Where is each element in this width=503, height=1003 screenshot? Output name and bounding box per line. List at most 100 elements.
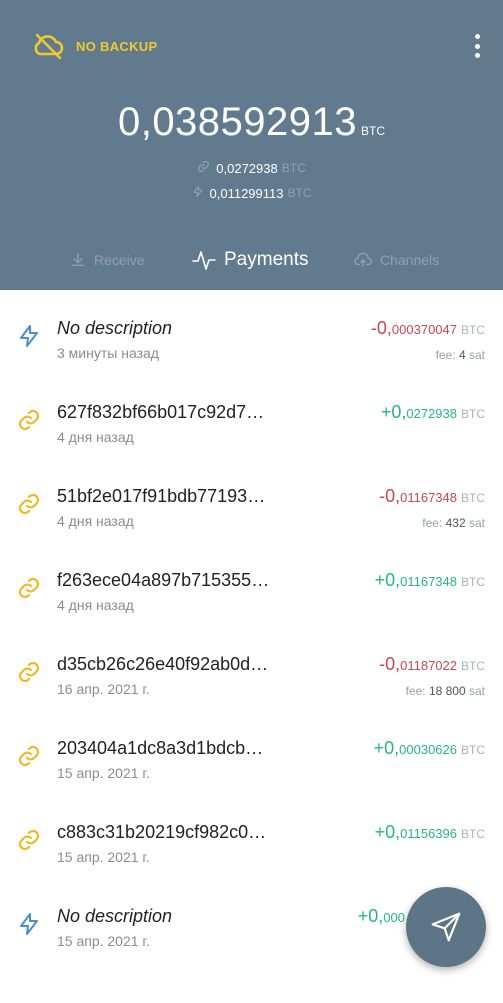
amount-int: 0, [368,906,384,926]
tab-bar: Receive Payments Channels [0,240,503,280]
payment-time: 3 минуты назад [57,345,159,361]
payment-amount: +0,00030626 BTC [374,738,485,759]
payment-amount: +0,000 [358,906,405,927]
lightning-prefix: 0, [209,185,221,201]
payment-amount: +0,0272938 BTC [381,402,485,423]
amount-unit: BTC [461,407,485,421]
chain-link-icon [18,577,40,599]
balance-unit: BTC [361,124,386,138]
tab-receive[interactable]: Receive [70,240,145,280]
backup-warning[interactable]: NO BACKUP [32,32,157,60]
lightning-bolt-icon [20,325,38,347]
tab-channels[interactable]: Channels [354,240,439,280]
amount-frac: 000370047 [391,322,457,337]
amount-int: 0, [391,402,407,422]
payment-txid: 627f832bf66b017c92d7… [57,402,265,422]
amount-sign: + [357,906,369,926]
backup-label: NO BACKUP [76,38,158,54]
payment-amount: -0,000370047 BTC [371,318,485,339]
onchain-balance: 0, 0272938 BTC [0,160,503,176]
wallet-header: NO BACKUP 0,038592913 BTC 0, 0272938 BTC 0,… [0,0,503,290]
chain-link-icon [18,745,40,767]
send-icon [431,912,461,942]
total-balance: 0,038592913 BTC [0,100,503,145]
amount-int: 0, [384,738,400,758]
tab-channels-label: Channels [380,252,440,268]
payment-row[interactable]: 627f832bf66b017c92d7… 4 дня назад +0,027… [0,374,503,458]
payment-txid: d35cb26c26e40f92ab0d… [57,654,269,674]
payment-time: 15 апр. 2021 г. [57,849,150,865]
amount-frac: 0272938 [406,406,457,421]
payment-row[interactable]: 51bf2e017f91bdb77193… 4 дня назад -0,011… [0,458,503,542]
payment-txid: f263ece04a897b715355… [57,570,270,590]
fee-unit: sat [468,684,485,698]
fee-label: fee: [405,684,426,698]
payment-time: 4 дня назад [57,513,134,529]
fee-value: 18 800 [428,684,466,698]
payment-row[interactable]: d35cb26c26e40f92ab0d… 16 апр. 2021 г. -0… [0,626,503,710]
payment-fee: fee: 18 800 sat [406,684,485,698]
amount-sign: + [373,738,385,758]
link-icon [197,160,210,176]
amount-sign: + [374,570,386,590]
cloud-upload-icon [354,252,372,267]
amount-frac: 000 [383,910,405,925]
lightning-balance: 0, 011299113 BTC [0,185,503,201]
lightning-unit: BTC [287,186,312,200]
fee-value: 432 [445,516,466,530]
payment-description: No description [57,906,173,926]
payment-txid: 51bf2e017f91bdb77193… [57,486,266,506]
tab-payments-label: Payments [224,249,309,270]
payment-fee: fee: 4 sat [436,348,485,362]
onchain-prefix: 0, [216,160,228,176]
amount-unit: BTC [461,827,485,841]
payment-time: 15 апр. 2021 г. [57,933,150,949]
amount-unit: BTC [461,491,485,505]
amount-frac: 01167348 [400,574,457,589]
payment-txid: 203404a1dc8a3d1bdcb… [57,738,264,758]
fee-label: fee: [435,348,456,362]
payment-row[interactable]: No description 3 минуты назад -0,0003700… [0,290,503,374]
payment-row[interactable]: f263ece04a897b715355… 4 дня назад +0,011… [0,542,503,626]
amount-sign: + [380,402,392,422]
lightning-value: 011299113 [220,185,284,201]
onchain-value: 0272938 [227,160,278,176]
send-button[interactable] [406,887,486,967]
amount-sign: + [374,822,386,842]
payment-amount: +0,01156396 BTC [375,822,485,843]
fee-label: fee: [422,516,443,530]
chain-link-icon [18,661,40,683]
amount-int: 0, [385,822,401,842]
fee-value: 4 [458,348,466,362]
pulse-icon [192,251,216,270]
balance-int: 0, [117,100,153,144]
fee-unit: sat [468,348,485,362]
payment-fee: fee: 432 sat [422,516,485,530]
amount-int: 0, [385,570,401,590]
onchain-unit: BTC [281,161,306,175]
payment-row[interactable]: c883c31b20219cf982c0… 15 апр. 2021 г. +0… [0,794,503,878]
amount-unit: BTC [461,743,485,757]
payment-row[interactable]: 203404a1dc8a3d1bdcb… 15 апр. 2021 г. +0,… [0,710,503,794]
more-menu-icon[interactable] [471,32,483,60]
payment-description: No description [57,318,173,338]
chain-link-icon [18,493,40,515]
balance-digits: 038592913 [152,100,358,144]
tab-receive-label: Receive [94,252,145,268]
amount-int: 0, [385,654,401,674]
amount-frac: 01187022 [400,658,457,673]
chain-link-icon [18,829,40,851]
payment-amount: +0,01167348 BTC [375,570,485,591]
chain-link-icon [18,409,40,431]
payment-time: 4 дня назад [57,429,134,445]
payment-txid: c883c31b20219cf982c0… [57,822,267,842]
amount-unit: BTC [461,323,485,337]
amount-int: 0, [385,486,401,506]
amount-int: 0, [376,318,392,338]
payment-time: 15 апр. 2021 г. [57,765,150,781]
payment-time: 4 дня назад [57,597,134,613]
amount-unit: BTC [461,659,485,673]
tab-payments[interactable]: Payments [192,240,308,280]
amount-frac: 00030626 [399,742,457,757]
lightning-bolt-icon [20,913,38,935]
